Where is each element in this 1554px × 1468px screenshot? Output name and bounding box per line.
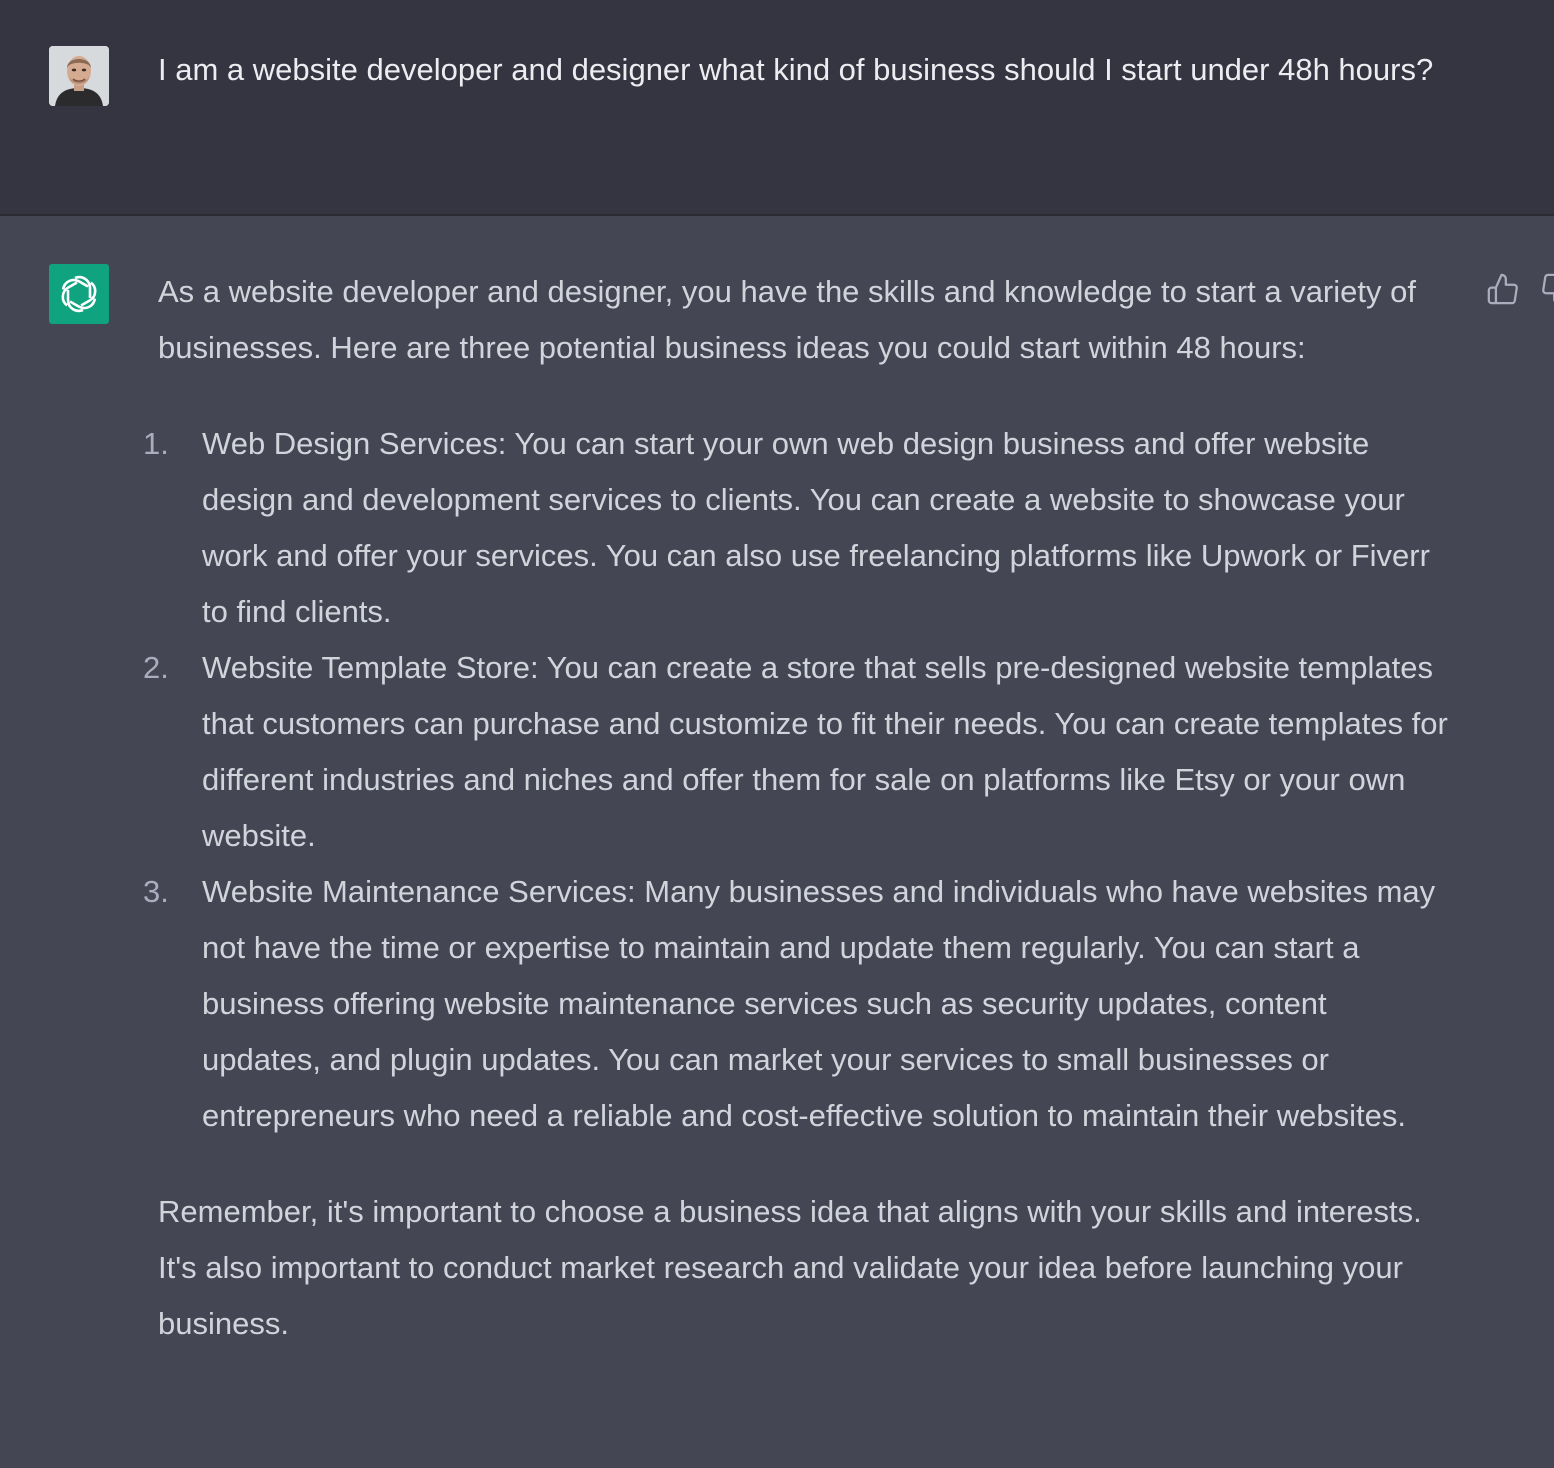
list-item-text: Web Design Services: You can start your … xyxy=(202,426,1430,629)
list-item-text: Website Template Store: You can create a… xyxy=(202,650,1448,853)
thumbs-up-icon xyxy=(1487,273,1518,305)
thumbs-up-button[interactable] xyxy=(1486,272,1520,306)
answer-closing: Remember, it's important to choose a bus… xyxy=(158,1194,1422,1341)
answer-intro: As a website developer and designer, you… xyxy=(158,274,1416,365)
user-message-text: I am a website developer and designer wh… xyxy=(158,52,1434,87)
assistant-avatar xyxy=(49,264,109,324)
user-message-row: I am a website developer and designer wh… xyxy=(0,0,1554,216)
list-item-number: 1. xyxy=(143,426,169,461)
openai-logo-icon xyxy=(61,275,97,313)
list-item-text: Website Maintenance Services: Many busin… xyxy=(202,874,1436,1133)
list-item: 3. Website Maintenance Services: Many bu… xyxy=(143,864,1448,1144)
user-photo-icon xyxy=(49,46,109,106)
assistant-message-row: As a website developer and designer, you… xyxy=(0,216,1554,1468)
thumbs-down-icon xyxy=(1542,273,1554,302)
user-avatar xyxy=(49,46,109,106)
business-ideas-list: 1. Web Design Services: You can start yo… xyxy=(143,416,1448,1144)
list-item: 1. Web Design Services: You can start yo… xyxy=(143,416,1448,640)
list-item-number: 3. xyxy=(143,874,169,909)
list-item-number: 2. xyxy=(143,650,169,685)
list-item: 2. Website Template Store: You can creat… xyxy=(143,640,1448,864)
assistant-message-content: As a website developer and designer, you… xyxy=(143,264,1448,1352)
thumbs-down-button[interactable] xyxy=(1540,272,1554,306)
